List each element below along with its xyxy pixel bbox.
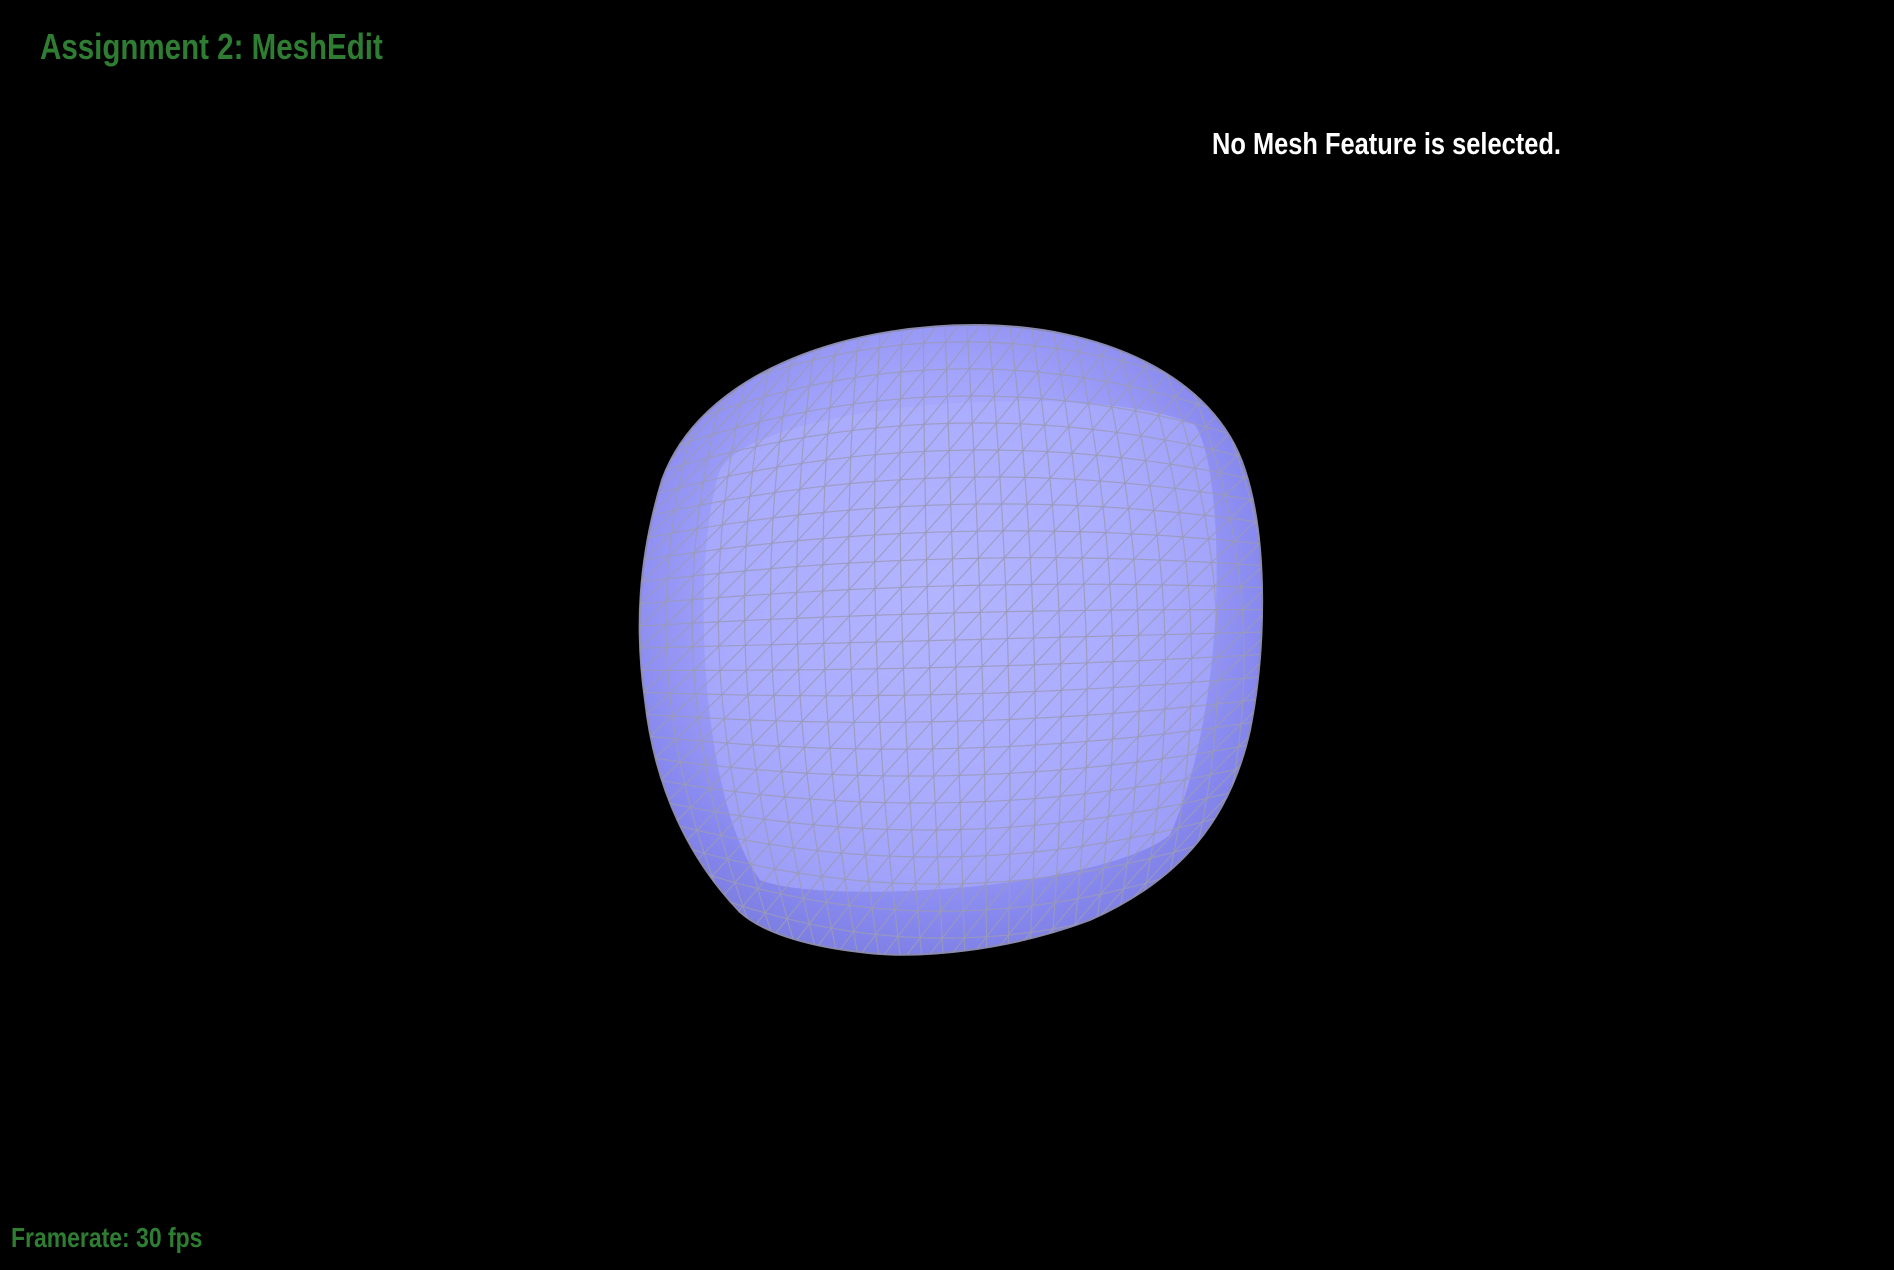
selection-status: No Mesh Feature is selected. bbox=[1212, 126, 1561, 161]
wire-edge bbox=[1202, 884, 1244, 930]
app-title: Assignment 2: MeshEdit bbox=[40, 26, 383, 67]
wire-edge bbox=[666, 350, 708, 396]
3d-viewport[interactable]: Assignment 2: MeshEdit No Mesh Feature i… bbox=[0, 0, 1894, 1270]
mesh-render[interactable] bbox=[0, 0, 1894, 1270]
mesh-surface bbox=[638, 323, 1264, 956]
framerate-readout: Framerate: 30 fps bbox=[11, 1222, 203, 1253]
wire-edge bbox=[657, 351, 718, 417]
wire-edge bbox=[1192, 863, 1253, 929]
